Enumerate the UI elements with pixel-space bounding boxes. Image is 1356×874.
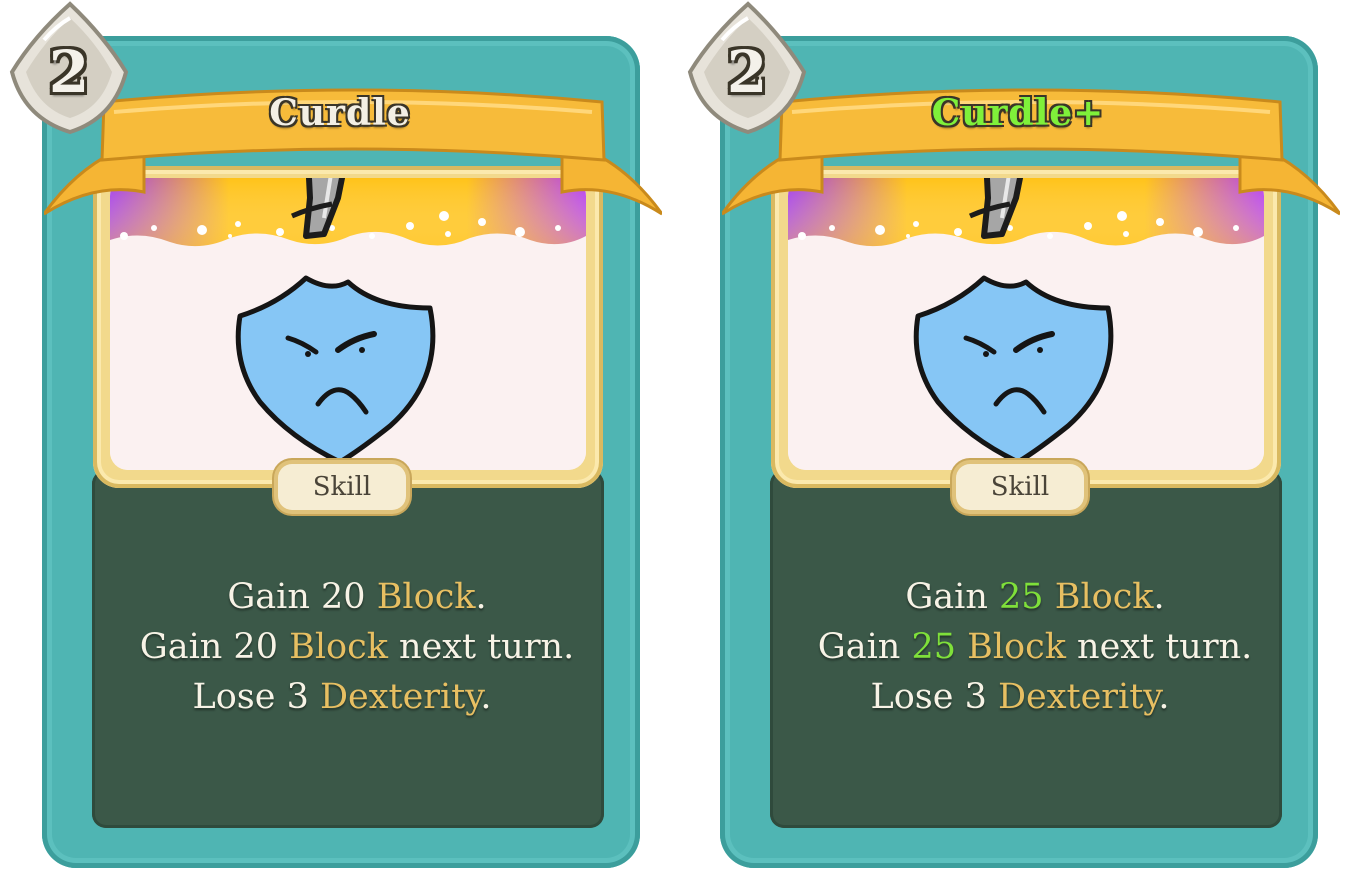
- description-text: .: [475, 577, 487, 617]
- upgraded-value: 25: [911, 627, 956, 667]
- keyword-block: Block: [289, 627, 388, 667]
- keyword-block: Block: [1054, 577, 1154, 617]
- card-description: Gain 20 Block. Gain 20 Block next turn. …: [92, 572, 622, 722]
- keyword-block: Block: [967, 627, 1066, 667]
- description-line: Gain 20 Block.: [92, 572, 622, 622]
- keyword-dexterity: Dexterity: [997, 677, 1159, 717]
- card-type-plaque: Skill: [956, 464, 1084, 510]
- description-text: next turn.: [1065, 627, 1253, 667]
- card-description: Gain 25 Block. Gain 25 Block next turn. …: [770, 572, 1300, 722]
- description-line: Lose 3 Dexterity.: [92, 672, 622, 722]
- description-text: next turn.: [387, 627, 575, 667]
- card-type-plaque: Skill: [278, 464, 406, 510]
- card-cost: 2: [726, 38, 768, 106]
- card-comparison-stage: Curdle 2 Skill Gain 20 Block. Gain 20 Bl…: [0, 0, 1356, 874]
- description-text: .: [1153, 577, 1165, 617]
- card-type: Skill: [312, 472, 372, 502]
- description-line: Gain 25 Block next turn.: [770, 622, 1300, 672]
- card-curdle-upgraded[interactable]: Curdle+ 2 Skill Gain 25 Block. Gain 25 B…: [678, 0, 1356, 874]
- description-text: Lose 3: [192, 677, 320, 717]
- description-text: Lose 3: [870, 677, 998, 717]
- description-line: Gain 25 Block.: [770, 572, 1300, 622]
- description-text: Gain 20: [227, 577, 377, 617]
- description-line: Lose 3 Dexterity.: [770, 672, 1300, 722]
- upgraded-value: 25: [999, 577, 1044, 617]
- keyword-block: Block: [376, 577, 476, 617]
- card-title: Curdle: [269, 92, 411, 134]
- description-text: .: [480, 677, 492, 717]
- card-curdle[interactable]: Curdle 2 Skill Gain 20 Block. Gain 20 Bl…: [0, 0, 680, 874]
- keyword-dexterity: Dexterity: [319, 677, 481, 717]
- description-text: Gain: [905, 577, 1000, 617]
- description-line: Gain 20 Block next turn.: [92, 622, 622, 672]
- card-type: Skill: [990, 472, 1050, 502]
- description-text: .: [1158, 677, 1170, 717]
- description-text: Gain 20: [139, 627, 290, 667]
- card-cost: 2: [48, 38, 90, 106]
- card-title: Curdle+: [931, 92, 1105, 134]
- description-text: Gain: [817, 627, 912, 667]
